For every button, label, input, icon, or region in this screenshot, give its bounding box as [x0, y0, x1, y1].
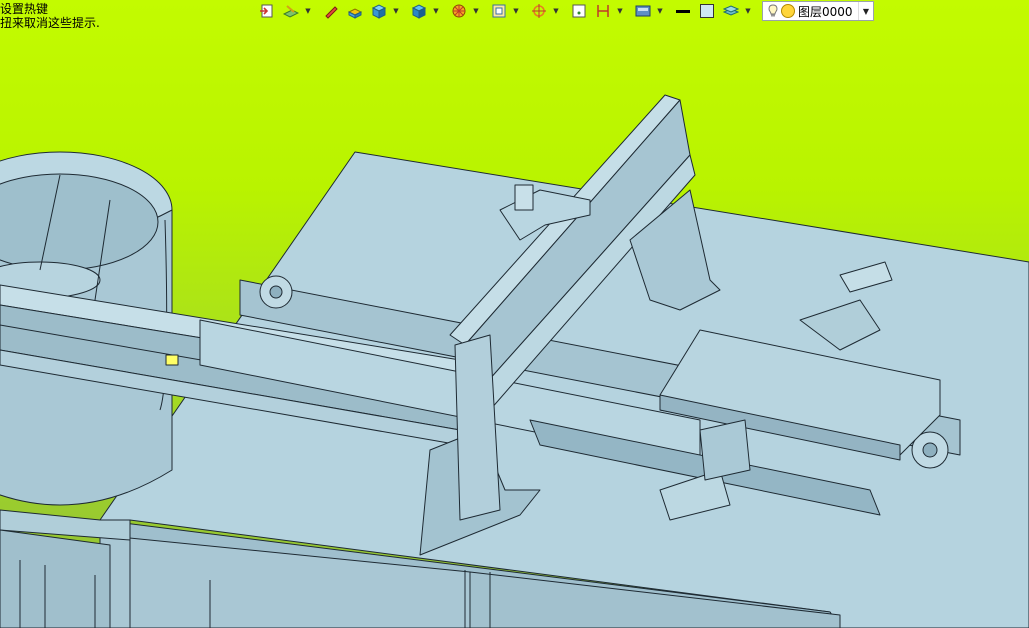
exit-sketch-icon — [260, 4, 273, 18]
sketch-plane-dropdown[interactable]: ▼ — [304, 1, 312, 21]
point-button[interactable] — [568, 1, 590, 21]
frame-dropdown[interactable]: ▼ — [512, 1, 520, 21]
fill-color-icon — [700, 4, 714, 18]
layer-name: 图层0000 — [798, 4, 853, 19]
layer-dropdown-arrow-icon[interactable]: ▼ — [858, 2, 873, 20]
solid-cube-button[interactable] — [368, 1, 390, 21]
line-color-button[interactable] — [672, 1, 694, 21]
dimension-button[interactable] — [592, 1, 614, 21]
fill-color-button[interactable] — [696, 1, 718, 21]
solid-cube-dropdown[interactable]: ▼ — [392, 1, 400, 21]
sketch-plane-button[interactable] — [280, 1, 302, 21]
exit-sketch-button[interactable] — [256, 1, 278, 21]
layer-selector[interactable]: 图层0000 ▼ — [762, 1, 874, 21]
hint-line-2: 扭来取消这些提示. — [0, 16, 100, 30]
pencil-icon — [325, 6, 338, 19]
point-icon — [572, 4, 586, 18]
layers-icon — [723, 5, 739, 16]
dimension-icon — [597, 5, 609, 17]
display-mode-button[interactable] — [632, 1, 654, 21]
layer-visibility-icon — [781, 4, 795, 18]
wheel-icon — [452, 4, 466, 18]
cad-toolbar: ▼ ▼ ▼ ▼ ▼ ▼ ▼ ▼ ▼ 图层0000 ▼ — [256, 0, 874, 22]
target-icon — [532, 4, 546, 18]
pencil-button[interactable] — [320, 1, 342, 21]
layers-dropdown[interactable]: ▼ — [744, 1, 752, 21]
extrude-button[interactable] — [344, 1, 366, 21]
display-mode-icon — [635, 5, 651, 17]
wheel-dropdown[interactable]: ▼ — [472, 1, 480, 21]
cad-model-render[interactable] — [0, 0, 1029, 628]
target-dropdown[interactable]: ▼ — [552, 1, 560, 21]
frame-icon — [492, 4, 506, 18]
solid-cube-icon — [371, 4, 387, 19]
sketch-plane-icon — [283, 5, 299, 18]
lightbulb-icon — [766, 3, 780, 19]
dimension-dropdown[interactable]: ▼ — [616, 1, 624, 21]
surface-cube-button[interactable] — [408, 1, 430, 21]
surface-cube-dropdown[interactable]: ▼ — [432, 1, 440, 21]
surface-cube-icon — [411, 4, 427, 19]
extrude-icon — [347, 8, 363, 19]
target-button[interactable] — [528, 1, 550, 21]
cad-viewport[interactable] — [0, 0, 1029, 628]
wheel-button[interactable] — [448, 1, 470, 21]
layers-button[interactable] — [720, 1, 742, 21]
display-mode-dropdown[interactable]: ▼ — [656, 1, 664, 21]
frame-button[interactable] — [488, 1, 510, 21]
left-table-legs — [0, 529, 111, 628]
hotkey-hint: 设置热键 扭来取消这些提示. — [0, 2, 100, 30]
line-color-icon — [676, 10, 690, 13]
hint-line-1: 设置热键 — [0, 2, 49, 16]
